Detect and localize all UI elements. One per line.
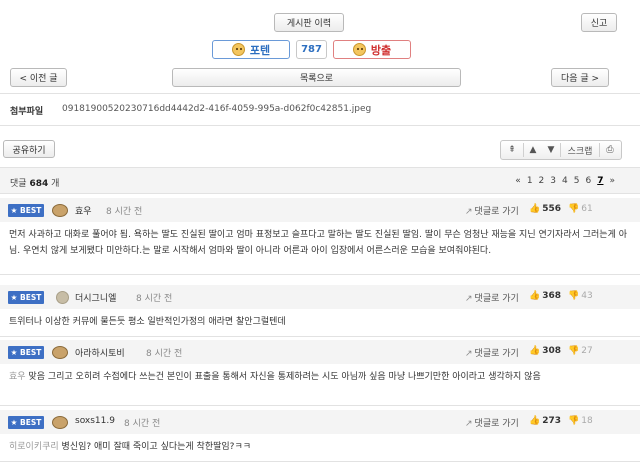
print-icon[interactable]: ⎙ xyxy=(600,145,620,155)
avatar-icon xyxy=(52,416,68,429)
comment-dislike-button[interactable]: 👎 18 xyxy=(568,416,593,426)
go-to-comment-link[interactable]: ↗ 댓글로 가기 xyxy=(465,346,519,359)
comment-time: 8 시간 전 xyxy=(124,419,161,429)
comment-body: 히로이키쿠리 병신임? 애미 잘때 죽이고 싶다는게 착한딸임?ㅋㅋ xyxy=(9,442,252,452)
attachment-label: 첨부파일 xyxy=(10,107,44,117)
arrow-up-icon[interactable]: ▲ xyxy=(524,145,542,155)
vote-count: 787 xyxy=(296,40,327,59)
go-to-comment-link[interactable]: ↗ 댓글로 가기 xyxy=(465,416,519,429)
share-button[interactable]: 공유하기 xyxy=(3,140,55,158)
post-toolbar: ⇞ ▲ ▼ 스크랩 ⎙ xyxy=(500,140,622,160)
comment-dislike-button[interactable]: 👎 27 xyxy=(568,346,593,356)
comment-like-button[interactable]: 👍 273 xyxy=(529,416,561,426)
best-badge: ★ BEST xyxy=(8,204,44,217)
page-link[interactable]: » xyxy=(609,176,615,186)
reply-target-nick[interactable]: 히로이키쿠리 xyxy=(9,442,62,452)
attachment-file-link[interactable]: 09181900520230716dd4442d2-416f-4059-995a… xyxy=(62,104,371,114)
comment-body: 트위터나 이상한 커뮤에 물든듯 평소 일반적인가정의 애라면 찰안그럴텐데 xyxy=(9,317,286,327)
page-link[interactable]: 7 xyxy=(597,176,603,186)
comment-item: ★ BEST 더시그니엘 8 시간 전 ↗ 댓글로 가기 👍 368 👎 43 트위터나 이상한 … xyxy=(0,285,640,337)
best-badge: ★ BEST xyxy=(8,291,44,304)
comment-header: ★ BEST 더시그니엘 8 시간 전 ↗ 댓글로 가기 👍 368 👎 43 xyxy=(0,285,640,309)
comment-item: ★ BEST soxs11.9 8 시간 전 ↗ 댓글로 가기 👍 273 👎 18 히로이키쿠리… xyxy=(0,410,640,462)
scroll-top-icon[interactable]: ⇞ xyxy=(501,145,523,155)
comment-header: ★ BEST 효우 8 시간 전 ↗ 댓글로 가기 👍 556 👎 61 xyxy=(0,198,640,222)
smile-face-icon xyxy=(231,43,245,56)
comment-dislike-button[interactable]: 👎 61 xyxy=(568,204,593,214)
comment-time: 8 시간 전 xyxy=(136,294,173,304)
comment-author[interactable]: 더시그니엘 xyxy=(75,291,116,304)
page-link[interactable]: 5 xyxy=(574,176,580,186)
comment-pagination: « 1 2 3 4 5 6 7 » xyxy=(515,176,615,186)
avatar-icon xyxy=(56,291,69,304)
scrap-button[interactable]: 스크랩 xyxy=(561,144,599,157)
upvote-label: 포텐 xyxy=(249,43,271,57)
comment-header: ★ BEST soxs11.9 8 시간 전 ↗ 댓글로 가기 👍 273 👎 18 xyxy=(0,410,640,434)
comment-time: 8 시간 전 xyxy=(146,349,183,359)
comment-like-button[interactable]: 👍 368 xyxy=(529,291,561,301)
comment-time: 8 시간 전 xyxy=(106,207,143,217)
attachment-row: 첨부파일 09181900520230716dd4442d2-416f-4059… xyxy=(0,93,640,126)
comment-body: 먼저 사과하고 대화로 풀어야 됨. 욕하는 딸도 진실된 딸이고 엄마 표정보… xyxy=(9,230,628,256)
frown-face-icon xyxy=(352,43,366,56)
page-link[interactable]: 6 xyxy=(585,176,591,186)
page-link[interactable]: 2 xyxy=(539,176,545,186)
best-badge: ★ BEST xyxy=(8,346,44,359)
comment-author[interactable]: soxs11.9 xyxy=(75,416,115,426)
comment-body: 효우 맞음 그리고 오히려 수접에다 쓰는건 본인이 표출을 통해서 자신을 통… xyxy=(9,372,541,382)
prev-post-button[interactable]: < 이전 글 xyxy=(10,68,67,87)
avatar-icon xyxy=(52,346,68,359)
comment-header: ★ BEST 아라하시토비 8 시간 전 ↗ 댓글로 가기 👍 308 👎 27 xyxy=(0,340,640,364)
reply-target-nick[interactable]: 효우 xyxy=(9,372,28,382)
go-to-comment-link[interactable]: ↗ 댓글로 가기 xyxy=(465,204,519,217)
avatar-icon xyxy=(52,204,68,217)
comment-author[interactable]: 아라하시토비 xyxy=(75,346,125,359)
go-to-comment-link[interactable]: ↗ 댓글로 가기 xyxy=(465,291,519,304)
downvote-button[interactable]: 방출 xyxy=(333,40,411,59)
upvote-button[interactable]: 포텐 xyxy=(212,40,290,59)
report-button[interactable]: 신고 xyxy=(581,13,617,32)
board-history-button[interactable]: 게시판 이력 xyxy=(274,13,344,32)
comment-item: ★ BEST 아라하시토비 8 시간 전 ↗ 댓글로 가기 👍 308 👎 27 효우 맞음 그리… xyxy=(0,340,640,406)
back-to-list-button[interactable]: 목록으로 xyxy=(172,68,461,87)
best-badge: ★ BEST xyxy=(8,416,44,429)
page-link[interactable]: 1 xyxy=(527,176,533,186)
arrow-down-icon[interactable]: ▼ xyxy=(542,145,560,155)
comment-author[interactable]: 효우 xyxy=(75,204,92,217)
downvote-label: 방출 xyxy=(370,43,392,57)
comment-like-button[interactable]: 👍 556 xyxy=(529,204,561,214)
comment-count-bar: 댓글 684 개 « 1 2 3 4 5 6 7 » xyxy=(0,167,640,194)
comment-count: 댓글 684 개 xyxy=(10,179,60,189)
page-link[interactable]: 3 xyxy=(550,176,556,186)
page-link[interactable]: « xyxy=(515,176,521,186)
page-link[interactable]: 4 xyxy=(562,176,568,186)
comment-item: ★ BEST 효우 8 시간 전 ↗ 댓글로 가기 👍 556 👎 61 먼저 사과하고 대화로 … xyxy=(0,198,640,275)
next-post-button[interactable]: 다음 글 > xyxy=(551,68,609,87)
comment-like-button[interactable]: 👍 308 xyxy=(529,346,561,356)
comment-dislike-button[interactable]: 👎 43 xyxy=(568,291,593,301)
